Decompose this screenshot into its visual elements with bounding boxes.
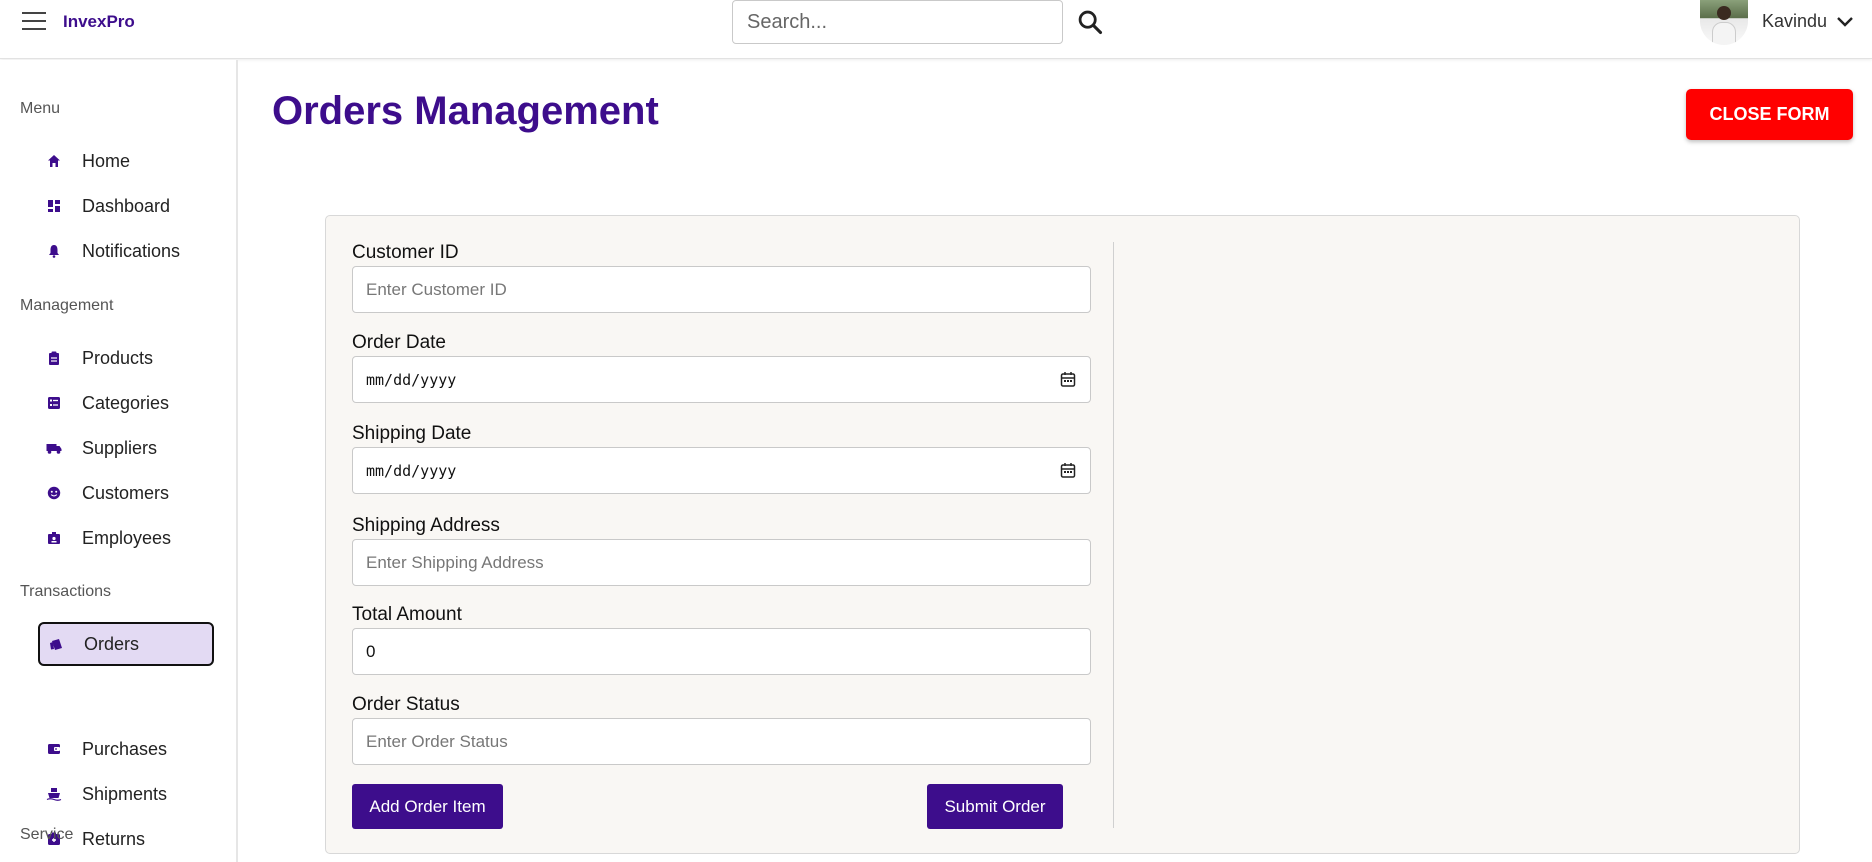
ship-icon	[46, 786, 62, 802]
form-divider	[1113, 242, 1114, 828]
sidebar-item-notifications[interactable]: Notifications	[38, 229, 214, 273]
sidebar-section-transactions: Transactions	[20, 583, 111, 600]
sidebar-item-label: Purchases	[82, 738, 168, 759]
face-icon	[46, 485, 62, 501]
sidebar-item-label: Suppliers	[82, 437, 158, 458]
total-amount-input[interactable]	[352, 628, 1091, 675]
customer-id-input[interactable]	[352, 266, 1091, 313]
shipping-date-placeholder: mm/dd/yyyy	[366, 461, 457, 480]
sidebar-item-label: Products	[82, 347, 154, 368]
truck-icon	[46, 440, 62, 456]
sidebar-item-label: Orders	[84, 633, 140, 654]
sidebar-item-customers[interactable]: Customers	[38, 471, 214, 515]
brand-logo[interactable]: InvexPro	[63, 12, 135, 32]
chevron-down-icon[interactable]	[1836, 14, 1854, 28]
search-icon[interactable]	[1076, 8, 1104, 36]
search-input[interactable]	[732, 0, 1063, 44]
sidebar-section-management: Management	[20, 297, 114, 314]
sidebar-item-label: Shipments	[82, 783, 168, 804]
sidebar-section-menu: Menu	[20, 100, 61, 117]
sidebar-item-label: Categories	[82, 392, 170, 413]
sidebar-item-label: Employees	[82, 527, 172, 548]
page-title: Orders Management	[272, 89, 659, 133]
total-amount-label: Total Amount	[352, 604, 462, 625]
order-date-label: Order Date	[352, 332, 446, 353]
sidebar-item-home[interactable]: Home	[38, 139, 214, 183]
submit-order-button[interactable]: Submit Order	[927, 784, 1063, 829]
list-icon	[46, 395, 62, 411]
sidebar-item-label: Dashboard	[82, 195, 171, 216]
hamburger-menu-icon[interactable]	[22, 12, 46, 32]
order-date-input[interactable]: mm/dd/yyyy	[352, 356, 1091, 403]
sidebar-item-employees[interactable]: Employees	[38, 516, 214, 560]
sidebar-item-products[interactable]: Products	[38, 336, 214, 380]
wallet-icon	[46, 741, 62, 757]
calendar-icon[interactable]	[1060, 371, 1076, 388]
order-form: Customer ID Order Date mm/dd/yyyy Shippi…	[325, 215, 1800, 854]
user-name[interactable]: Kavindu	[1762, 11, 1827, 32]
shipping-address-input[interactable]	[352, 539, 1091, 586]
badge-icon	[46, 530, 62, 546]
sidebar-item-suppliers[interactable]: Suppliers	[38, 426, 214, 470]
sidebar-item-categories[interactable]: Categories	[38, 381, 214, 425]
bell-icon	[46, 243, 62, 259]
calendar-icon[interactable]	[1060, 462, 1076, 479]
order-date-placeholder: mm/dd/yyyy	[366, 370, 457, 389]
dashboard-icon	[46, 198, 62, 214]
sidebar-section-service: Service	[20, 826, 74, 843]
sidebar-item-label: Notifications	[82, 240, 181, 261]
home-icon	[46, 153, 62, 169]
add-order-item-button[interactable]: Add Order Item	[352, 784, 503, 829]
sidebar-item-label: Home	[82, 150, 131, 171]
clipboard-icon	[46, 350, 62, 366]
sidebar-item-purchases[interactable]: Purchases	[38, 727, 214, 771]
sidebar-item-orders[interactable]: Orders	[38, 622, 214, 666]
sidebar-item-label: Returns	[82, 828, 146, 849]
shipping-address-label: Shipping Address	[352, 515, 500, 536]
avatar[interactable]	[1700, 0, 1748, 45]
customer-id-label: Customer ID	[352, 242, 459, 263]
order-status-label: Order Status	[352, 694, 460, 715]
sidebar-item-label: Customers	[82, 482, 170, 503]
shipping-date-label: Shipping Date	[352, 423, 472, 444]
close-form-button[interactable]: CLOSE FORM	[1686, 89, 1853, 140]
order-status-input[interactable]	[352, 718, 1091, 765]
sidebar: Menu Home Dashboard Notifications Manage…	[0, 60, 238, 862]
shipping-date-input[interactable]: mm/dd/yyyy	[352, 447, 1091, 494]
sidebar-item-shipments[interactable]: Shipments	[38, 772, 214, 816]
shopping-bag-icon	[48, 636, 64, 652]
top-bar: InvexPro Kavindu	[0, 0, 1872, 59]
sidebar-item-dashboard[interactable]: Dashboard	[38, 184, 214, 228]
